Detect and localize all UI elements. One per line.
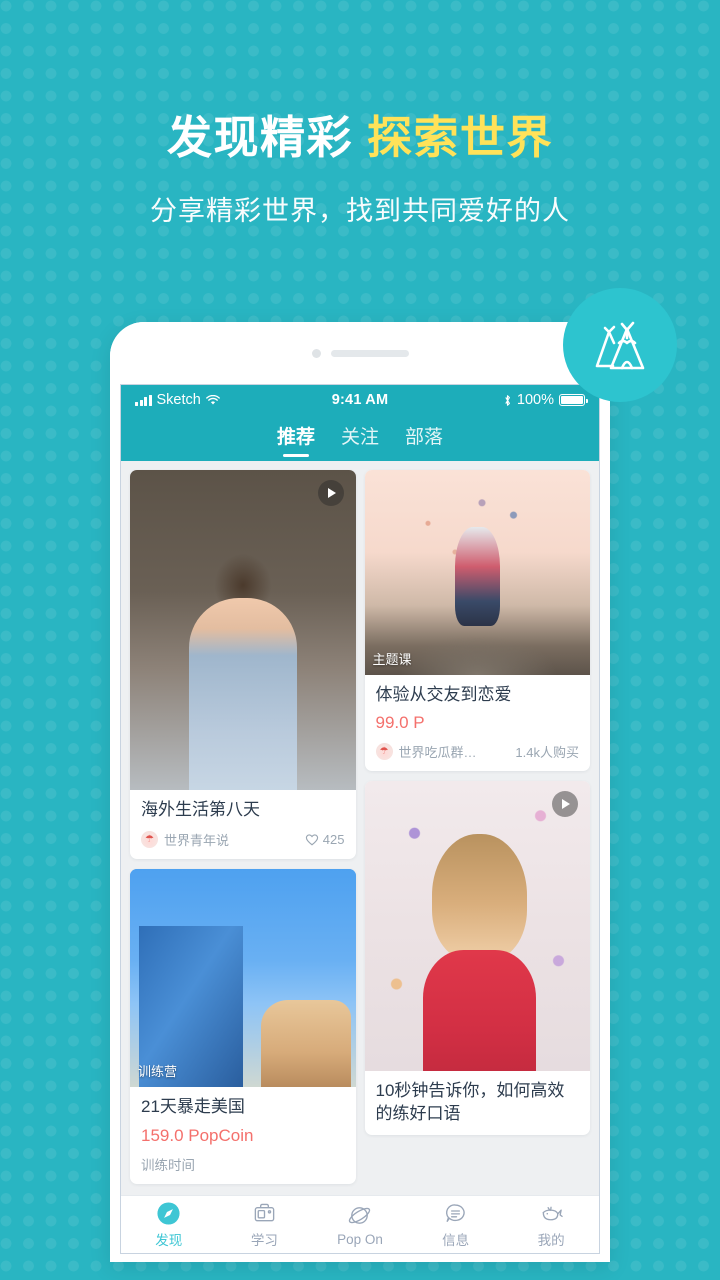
clock-label: 9:41 AM xyxy=(331,392,389,408)
feed-grid: 海外生活第八天 ☂ 世界青年说 425 训练营 21天暴走美国 159.0 Po… xyxy=(121,461,599,1195)
nav-item-discover[interactable]: 发现 xyxy=(121,1200,217,1249)
battery-full-icon xyxy=(559,394,588,406)
user-avatar-icon: ☂ xyxy=(375,743,393,761)
card-purchase-count: 1.4k人购买 xyxy=(515,745,579,761)
card-sublabel: 训练时间 xyxy=(141,1157,195,1173)
card-body: 体验从交友到恋爱 99.0 P ☂ 世界吃瓜群… 1.4k人购买 xyxy=(365,675,591,771)
card-21-days-usa[interactable]: 训练营 21天暴走美国 159.0 PopCoin 训练时间 xyxy=(130,869,356,1184)
card-body: 21天暴走美国 159.0 PopCoin 训练时间 xyxy=(130,1087,356,1183)
card-thumbnail[interactable] xyxy=(364,781,590,1072)
speaker-grille xyxy=(330,349,409,357)
play-icon[interactable] xyxy=(317,480,344,506)
compass-icon xyxy=(156,1200,182,1226)
hero-title-accent: 探索世界 xyxy=(367,112,554,163)
page-title: 发现精彩 探索世界 xyxy=(0,113,720,163)
card-body: 海外生活第八天 ☂ 世界青年说 425 xyxy=(130,790,356,859)
nav-item-messages[interactable]: 信息 xyxy=(408,1200,504,1249)
tab-tribe[interactable]: 部落 xyxy=(405,422,443,454)
card-title: 海外生活第八天 xyxy=(141,800,260,819)
nav-label: 信息 xyxy=(442,1233,470,1248)
briefcase-icon xyxy=(251,1200,277,1226)
card-body: 10秒钟告诉你，如何高效的练好口语 xyxy=(365,1071,591,1135)
card-thumbnail[interactable] xyxy=(130,470,356,790)
camera-icon xyxy=(311,348,321,358)
girl-with-confetti-photo xyxy=(364,781,590,1072)
feed-column-right: 主题课 体验从交友到恋爱 99.0 P ☂ 世界吃瓜群… 1.4k人购买 10秒… xyxy=(364,470,591,1195)
card-dating-course[interactable]: 主题课 体验从交友到恋爱 99.0 P ☂ 世界吃瓜群… 1.4k人购买 xyxy=(364,470,591,772)
teepee-tent-icon xyxy=(595,321,645,370)
tab-recommend[interactable]: 推荐 xyxy=(277,422,315,454)
card-author: 世界吃瓜群… xyxy=(398,745,477,761)
nav-item-pop-on[interactable]: Pop On xyxy=(312,1203,408,1247)
card-meta: ☂ 世界吃瓜群… 1.4k人购买 xyxy=(375,742,579,761)
card-likes[interactable]: 425 xyxy=(305,832,345,847)
status-bar: Sketch 9:41 AM 100% xyxy=(121,385,599,415)
phone-screen: Sketch 9:41 AM 100% 推荐 关注 部落 海外生活第八天 ☂ 世… xyxy=(120,384,600,1254)
card-thumbnail[interactable]: 训练营 xyxy=(130,869,356,1088)
heart-icon xyxy=(305,834,318,846)
card-price: 159.0 PopCoin xyxy=(141,1125,254,1145)
tab-following[interactable]: 关注 xyxy=(341,422,379,454)
card-title: 10秒钟告诉你，如何高效的练好口语 xyxy=(375,1081,565,1123)
card-author: 世界青年说 xyxy=(164,833,230,849)
hero-title-white: 发现精彩 xyxy=(166,112,353,163)
hero-section: 发现精彩 探索世界 分享精彩世界，找到共同爱好的人 xyxy=(0,0,720,228)
nav-label: 发现 xyxy=(155,1233,183,1248)
nav-label: Pop On xyxy=(337,1231,383,1247)
couple-hot-air-balloons-photo xyxy=(364,470,590,675)
teepee-badge xyxy=(563,288,677,402)
planet-icon xyxy=(347,1203,373,1229)
nav-item-mine[interactable]: 我的 xyxy=(503,1200,599,1249)
feed-column-left: 海外生活第八天 ☂ 世界青年说 425 训练营 21天暴走美国 159.0 Po… xyxy=(130,470,356,1195)
nav-item-study[interactable]: 学习 xyxy=(217,1200,313,1249)
phone-mockup: Sketch 9:41 AM 100% 推荐 关注 部落 海外生活第八天 ☂ 世… xyxy=(110,322,610,1262)
feed-tab-bar: 推荐 关注 部落 xyxy=(121,415,599,461)
like-count: 425 xyxy=(322,832,345,848)
bottom-nav-bar: 发现 学习 Pop On 信息 我的 xyxy=(121,1195,599,1253)
card-meta: ☂ 世界青年说 425 xyxy=(141,830,345,849)
category-badge: 训练营 xyxy=(138,1064,178,1080)
nav-label: 我的 xyxy=(537,1233,565,1248)
whale-icon xyxy=(538,1200,564,1226)
card-title: 体验从交友到恋爱 xyxy=(375,685,512,704)
category-badge: 主题课 xyxy=(372,652,412,667)
card-price: 99.0 P xyxy=(375,713,425,733)
hero-subtitle: 分享精彩世界，找到共同爱好的人 xyxy=(150,195,570,226)
user-avatar-icon: ☂ xyxy=(141,831,158,849)
card-spoken-english[interactable]: 10秒钟告诉你，如何高效的练好口语 xyxy=(364,781,591,1136)
card-title: 21天暴走美国 xyxy=(141,1097,245,1117)
man-in-office-photo xyxy=(130,470,356,790)
card-overseas-life[interactable]: 海外生活第八天 ☂ 世界青年说 425 xyxy=(130,470,356,860)
city-skyline-photo xyxy=(130,869,356,1088)
phone-top-bezel xyxy=(110,322,610,384)
card-thumbnail[interactable]: 主题课 xyxy=(364,470,590,675)
speech-bubble-icon xyxy=(443,1200,469,1226)
nav-label: 学习 xyxy=(250,1233,278,1248)
